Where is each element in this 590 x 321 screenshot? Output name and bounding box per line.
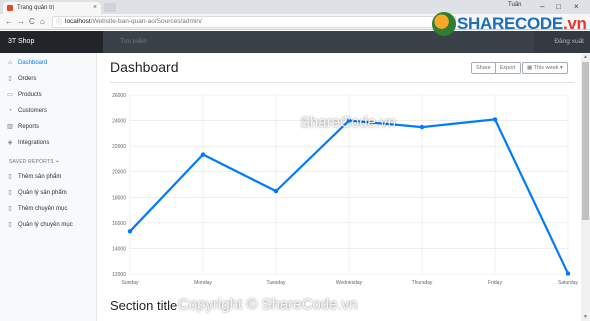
sidebar-item-label: Thêm sản phẩm: [18, 174, 62, 180]
file-text-icon: ▯: [8, 174, 12, 180]
data-point: [419, 124, 425, 130]
sidebar-item-orders[interactable]: ▯ Orders: [7, 73, 36, 85]
bar-chart-icon: ▥: [7, 124, 13, 130]
sidebar-item-label: Products: [18, 92, 42, 98]
browser-tab[interactable]: Trang quản trị ×: [3, 2, 101, 14]
tab-close-icon[interactable]: ×: [93, 2, 97, 14]
x-tick-label: Monday: [194, 280, 212, 286]
caret-down-icon: ▾: [559, 65, 563, 71]
week-dropdown[interactable]: ▦ This week ▾: [522, 62, 568, 74]
x-tick-label: Sunday: [122, 280, 139, 286]
sidebar-item-reports[interactable]: ▥ Reports: [7, 121, 39, 133]
brand[interactable]: 3T Shop: [0, 31, 103, 53]
sidebar-item-manage-categories[interactable]: ▯ Quản lý chuyên mục: [7, 219, 73, 231]
x-tick-label: Tuesday: [267, 280, 286, 286]
sidebar-item-label: Quản lý chuyên mục: [18, 222, 73, 228]
sidebar-item-manage-products[interactable]: ▯ Quản lý sản phẩm: [7, 187, 67, 199]
title-divider: [110, 82, 575, 83]
y-tick-label: 24000: [112, 119, 126, 125]
tab-title: Trang quản trị: [17, 5, 55, 11]
data-point: [127, 229, 133, 234]
sidebar-item-label: Integrations: [18, 140, 50, 146]
page-title: Dashboard: [110, 59, 179, 75]
sidebar: ⌂ Dashboard ▯ Orders ▭ Products ◔ Customers …: [0, 53, 97, 321]
scroll-down-icon[interactable]: ▼: [581, 313, 590, 321]
file-text-icon: ▯: [8, 190, 12, 196]
sidebar-item-customers[interactable]: ◔ Customers: [7, 105, 47, 117]
sidebar-item-label: Customers: [18, 108, 48, 114]
scroll-up-icon[interactable]: ▲: [581, 53, 590, 61]
sharecode-logo: SHARECODE.vn: [432, 12, 590, 40]
cart-icon: ▭: [7, 92, 13, 98]
footer-watermark: Copyright © ShareCode.vn: [178, 296, 358, 313]
sidebar-item-label: Thêm chuyên mục: [18, 206, 68, 212]
url-path: /Website-ban-quan-ao/Sources/admin/: [90, 18, 202, 25]
favicon-icon: [7, 5, 13, 11]
y-tick-label: 26000: [112, 93, 126, 99]
url-host: localhost: [65, 18, 91, 25]
center-watermark: ShareCode.vn: [300, 114, 396, 131]
section-title: Section title: [110, 298, 178, 313]
x-tick-label: Thursday: [412, 280, 433, 286]
profile-name[interactable]: Tuấn: [508, 2, 521, 8]
data-point: [565, 271, 571, 276]
sidebar-item-products[interactable]: ▭ Products: [7, 89, 42, 101]
x-tick-label: Saturday: [558, 280, 578, 286]
file-text-icon: ▯: [8, 222, 12, 228]
saved-reports-label: SAVED REPORTS: [9, 159, 54, 165]
url-field[interactable]: ⓘ localhost/Website-ban-quan-ao/Sources/…: [52, 16, 456, 28]
week-label: This week: [533, 65, 559, 71]
sidebar-item-integrations[interactable]: ◈ Integrations: [7, 137, 50, 149]
data-point: [492, 117, 498, 122]
sidebar-item-label: Reports: [18, 124, 40, 130]
y-tick-label: 22000: [112, 144, 126, 150]
export-button[interactable]: Export: [494, 63, 520, 73]
new-tab-button[interactable]: [104, 3, 116, 12]
users-icon: ◔: [8, 108, 12, 114]
layers-icon: ◈: [7, 140, 13, 146]
y-tick-label: 14000: [112, 246, 126, 252]
forward-icon[interactable]: →: [17, 16, 25, 28]
x-tick-label: Wednesday: [336, 280, 363, 286]
sidebar-item-label: Orders: [18, 76, 37, 82]
main-content: Dashboard Share Export ▦ This week ▾ 120…: [98, 53, 581, 321]
x-tick-label: Friday: [488, 280, 502, 286]
sharecode-logo-icon: [432, 12, 456, 36]
home-icon: ⌂: [8, 60, 12, 66]
back-icon[interactable]: ←: [5, 16, 13, 28]
plus-icon[interactable]: +: [56, 159, 59, 165]
reload-icon[interactable]: C: [29, 16, 35, 28]
toolbar-button-group: Share Export: [471, 62, 521, 74]
sidebar-item-add-category[interactable]: ▯ Thêm chuyên mục: [7, 203, 67, 215]
data-point: [200, 152, 206, 157]
data-point: [273, 188, 279, 194]
calendar-icon: ▦: [527, 65, 533, 71]
info-icon: ⓘ: [56, 20, 63, 26]
sidebar-item-label: Quản lý sản phẩm: [18, 190, 67, 196]
sidebar-item-label: Dashboard: [18, 60, 48, 66]
vertical-scrollbar[interactable]: ▲ ▼: [581, 53, 590, 321]
sharecode-logo-text: SHARECODE.vn: [457, 14, 587, 33]
file-text-icon: ▯: [8, 206, 12, 212]
file-icon: ▯: [8, 76, 12, 82]
y-tick-label: 12000: [112, 272, 126, 278]
scroll-thumb[interactable]: [582, 62, 589, 220]
share-button[interactable]: Share: [472, 63, 495, 73]
y-tick-label: 20000: [112, 170, 126, 176]
saved-reports-heading: SAVED REPORTS +: [9, 159, 59, 165]
sidebar-item-dashboard[interactable]: ⌂ Dashboard: [7, 57, 47, 69]
sidebar-item-add-product[interactable]: ▯ Thêm sản phẩm: [7, 171, 61, 183]
home-browser-icon[interactable]: ⌂: [40, 16, 45, 28]
y-tick-label: 18000: [112, 195, 126, 201]
y-tick-label: 16000: [112, 221, 126, 227]
